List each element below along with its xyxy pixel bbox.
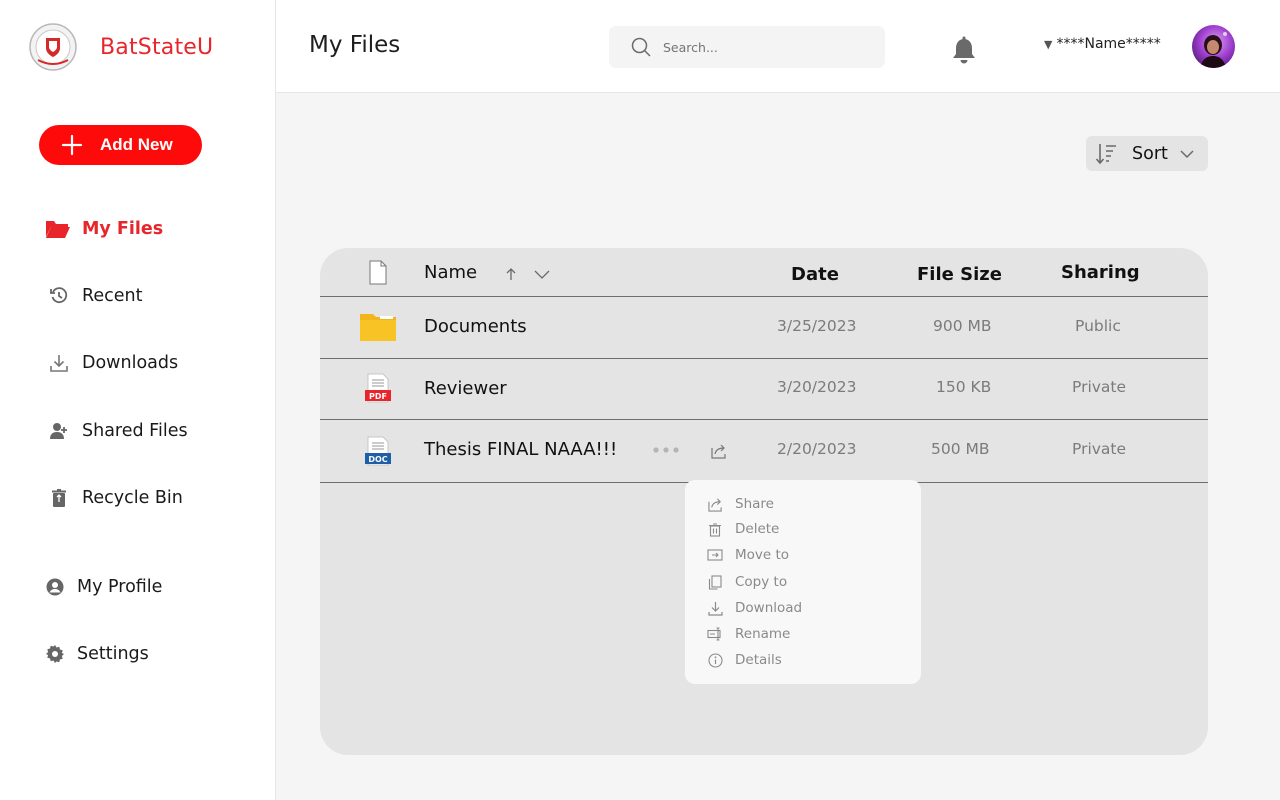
download-icon xyxy=(48,352,70,374)
more-options-icon[interactable] xyxy=(653,447,679,453)
user-name: ****Name***** xyxy=(1056,36,1161,52)
sidebar-item-downloads[interactable]: Downloads xyxy=(48,352,178,374)
trash-icon xyxy=(707,521,723,537)
rename-icon xyxy=(707,626,723,642)
doc-file-icon: DOC xyxy=(365,436,391,466)
sidebar-item-settings[interactable]: Settings xyxy=(44,643,149,665)
search-icon xyxy=(631,37,651,57)
profile-icon xyxy=(44,576,66,598)
gear-icon xyxy=(44,643,66,665)
add-new-label: Add New xyxy=(100,135,173,154)
file-sharing: Public xyxy=(1075,317,1121,335)
avatar[interactable] xyxy=(1192,25,1235,68)
brand-name: BatStateU xyxy=(100,34,214,60)
share-icon xyxy=(707,496,723,512)
sidebar-item-label: Recycle Bin xyxy=(82,488,183,508)
sidebar-item-label: Settings xyxy=(77,644,149,664)
file-name: Reviewer xyxy=(424,378,507,399)
sidebar-item-recycle-bin[interactable]: Recycle Bin xyxy=(48,487,183,509)
bell-icon xyxy=(953,36,975,64)
sidebar-item-label: Shared Files xyxy=(82,421,188,441)
menu-item-delete[interactable]: Delete xyxy=(707,521,779,537)
folder-open-icon xyxy=(45,218,71,240)
column-header-sharing[interactable]: Sharing xyxy=(1061,262,1140,283)
file-blank-icon xyxy=(369,260,387,285)
menu-item-label: Download xyxy=(735,600,803,616)
sidebar-item-label: Downloads xyxy=(82,353,179,373)
shared-user-icon xyxy=(48,420,70,442)
sidebar-item-label: Recent xyxy=(82,286,143,306)
user-menu[interactable]: ▼ ****Name***** xyxy=(1044,36,1161,52)
sort-descending-icon xyxy=(1095,143,1116,164)
column-header-date[interactable]: Date xyxy=(791,264,839,285)
info-icon xyxy=(707,652,723,668)
arrow-up-icon[interactable] xyxy=(505,267,517,281)
menu-item-label: Details xyxy=(735,652,782,668)
brand[interactable]: BatStateU xyxy=(28,22,213,72)
file-type-label: DOC xyxy=(368,455,388,464)
file-type-label: PDF xyxy=(369,392,387,401)
share-icon[interactable] xyxy=(711,443,727,459)
file-date: 2/20/2023 xyxy=(777,440,857,458)
plus-icon xyxy=(61,134,83,156)
context-menu: Share Delete Move to Copy to Download Re… xyxy=(685,480,921,684)
file-date: 3/20/2023 xyxy=(777,378,857,396)
menu-item-share[interactable]: Share xyxy=(707,496,774,512)
column-header-size[interactable]: File Size xyxy=(917,264,1002,285)
file-size: 500 MB xyxy=(931,440,990,458)
sidebar-item-label: My Files xyxy=(82,219,164,239)
menu-item-label: Share xyxy=(735,496,774,512)
column-header-name[interactable]: Name xyxy=(424,262,477,283)
notification-bell[interactable] xyxy=(950,36,978,70)
sidebar-item-shared-files[interactable]: Shared Files xyxy=(48,420,188,442)
sidebar: BatStateU Add New My Files Recent Downlo… xyxy=(0,0,276,800)
file-name: Thesis FINAL NAAA!!! xyxy=(424,439,618,460)
chevron-down-icon xyxy=(1180,149,1194,158)
menu-item-label: Move to xyxy=(735,547,790,563)
file-name: Documents xyxy=(424,316,527,337)
sidebar-item-recent[interactable]: Recent xyxy=(48,285,142,307)
university-seal-icon xyxy=(29,23,77,71)
file-date: 3/25/2023 xyxy=(777,317,857,335)
sort-label: Sort xyxy=(1132,143,1168,164)
sort-button[interactable]: Sort xyxy=(1086,136,1208,171)
menu-item-copy-to[interactable]: Copy to xyxy=(707,574,787,590)
table-row[interactable]: DOC Thesis FINAL NAAA!!! 2/20/2023 500 M… xyxy=(320,420,1208,481)
menu-item-move-to[interactable]: Move to xyxy=(707,547,789,563)
table-row[interactable]: Documents 3/25/2023 900 MB Public xyxy=(320,297,1208,358)
chevron-down-icon[interactable] xyxy=(534,270,550,280)
file-sharing: Private xyxy=(1072,440,1127,458)
copy-icon xyxy=(707,574,723,590)
avatar-image xyxy=(1200,32,1227,68)
menu-item-label: Copy to xyxy=(735,574,788,590)
menu-item-download[interactable]: Download xyxy=(707,600,802,616)
search-box[interactable] xyxy=(609,26,885,68)
menu-item-label: Delete xyxy=(735,521,780,537)
menu-item-details[interactable]: Details xyxy=(707,652,782,668)
move-icon xyxy=(707,547,723,563)
search-input[interactable] xyxy=(663,39,863,55)
page-title: My Files xyxy=(309,32,401,58)
table-row[interactable]: PDF Reviewer 3/20/2023 150 KB Private xyxy=(320,359,1208,420)
top-header: My Files ▼ ****Name***** xyxy=(276,0,1280,93)
add-new-button[interactable]: Add New xyxy=(39,125,202,165)
pdf-file-icon: PDF xyxy=(365,373,391,403)
sidebar-item-label: My Profile xyxy=(77,577,163,597)
history-icon xyxy=(48,285,70,307)
menu-item-rename[interactable]: Rename xyxy=(707,626,790,642)
download-icon xyxy=(707,600,723,616)
file-size: 150 KB xyxy=(936,378,992,396)
trash-icon xyxy=(48,487,70,509)
file-size: 900 MB xyxy=(933,317,992,335)
folder-icon xyxy=(360,314,396,341)
caret-down-icon: ▼ xyxy=(1044,37,1053,51)
sidebar-item-my-profile[interactable]: My Profile xyxy=(44,576,162,598)
file-sharing: Private xyxy=(1072,378,1127,396)
menu-item-label: Rename xyxy=(735,626,791,642)
sidebar-item-my-files[interactable]: My Files xyxy=(45,218,163,240)
